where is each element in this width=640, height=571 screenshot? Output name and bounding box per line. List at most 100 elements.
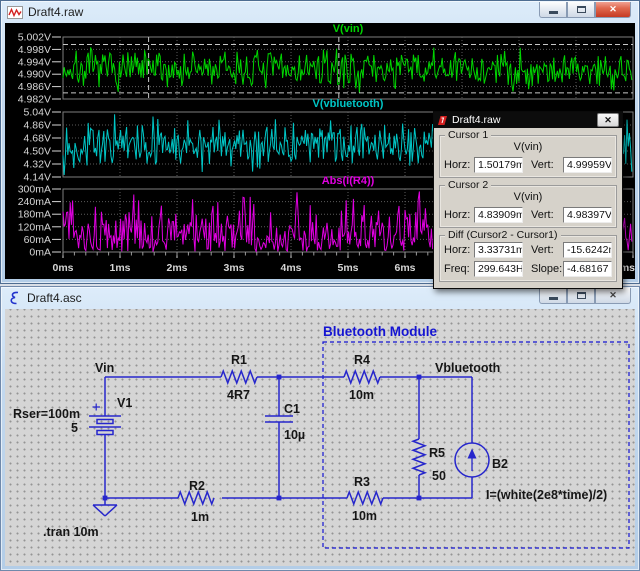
cursor2-horz-value[interactable]: 4.83909ms bbox=[474, 207, 523, 223]
x-tick-label: 2ms bbox=[166, 262, 187, 274]
label-r3-value[interactable]: 10m bbox=[352, 509, 377, 523]
maximize-icon bbox=[577, 292, 586, 299]
y-tick-label[interactable]: 4.50V bbox=[24, 146, 51, 158]
cursor-diff-legend: Diff (Cursor2 - Cursor1) bbox=[445, 229, 561, 241]
label-v1-rser[interactable]: Rser=100m bbox=[13, 407, 80, 421]
cursor-dialog: Draft4.raw ✕ Cursor 1 V(vin) Horz: 1.501… bbox=[433, 111, 623, 289]
schematic-window: Draft4.asc ✕ bbox=[0, 286, 640, 571]
label-c1-name[interactable]: C1 bbox=[284, 402, 300, 416]
maximize-button[interactable] bbox=[567, 288, 595, 304]
ltspice-desktop: Draft4.raw ✕ 5.002V4.998V4.994V4.990V4.9… bbox=[0, 0, 640, 571]
close-button[interactable]: ✕ bbox=[595, 2, 631, 18]
y-tick-label[interactable]: 4.990V bbox=[18, 69, 51, 81]
plot-pane-0: 5.002V4.998V4.994V4.990V4.986V4.982V V(vi… bbox=[18, 23, 633, 106]
label-r5-name[interactable]: R5 bbox=[429, 446, 445, 460]
capacitor-c1[interactable] bbox=[265, 416, 293, 422]
cursor1-trace-name: V(vin) bbox=[444, 141, 612, 154]
cursor-dialog-titlebar[interactable]: Draft4.raw ✕ bbox=[434, 112, 622, 128]
net-label-vbluetooth[interactable]: Vbluetooth bbox=[435, 361, 500, 375]
trace-label-Abs(I(R4))[interactable]: Abs(I(R4)) bbox=[322, 175, 375, 187]
diff-vert-value[interactable]: -15.6242mV bbox=[563, 242, 612, 258]
diff-freq-value[interactable]: 299.643Hz bbox=[474, 261, 523, 277]
label-r5-value[interactable]: 50 bbox=[432, 469, 446, 483]
cursor2-vert-value[interactable]: 4.98397V bbox=[563, 207, 612, 223]
waveform-window-title: Draft4.raw bbox=[28, 5, 83, 19]
waveform-titlebar[interactable]: Draft4.raw ✕ bbox=[1, 1, 639, 23]
trace-label-V(vbluetooth)[interactable]: V(vbluetooth) bbox=[313, 98, 384, 110]
y-tick-label[interactable]: 180mA bbox=[18, 209, 51, 221]
schematic-titlebar[interactable]: Draft4.asc ✕ bbox=[1, 287, 639, 309]
cursor-dialog-title: Draft4.raw bbox=[452, 114, 593, 126]
resistor-r4[interactable] bbox=[344, 371, 380, 383]
diff-slope-value[interactable]: -4.68167 bbox=[563, 261, 612, 277]
cursor2-group: Cursor 2 V(vin) Horz: 4.83909ms Vert: 4.… bbox=[439, 185, 617, 228]
y-tick-label[interactable]: 4.14V bbox=[24, 172, 51, 184]
diff-slope-label: Slope: bbox=[531, 263, 563, 275]
y-tick-label[interactable]: 0mA bbox=[29, 247, 51, 259]
label-v1-value[interactable]: 5 bbox=[71, 421, 78, 435]
ground-symbol[interactable] bbox=[93, 505, 117, 516]
schematic-canvas[interactable]: Bluetooth Module Vin Vbluetooth V1 Rser=… bbox=[5, 309, 635, 566]
x-tick-label: 3ms bbox=[223, 262, 244, 274]
x-tick-label: 6ms bbox=[394, 262, 415, 274]
maximize-button[interactable] bbox=[567, 2, 595, 18]
y-tick-label[interactable]: 5.04V bbox=[24, 107, 51, 119]
y-tick-label[interactable]: 240mA bbox=[18, 196, 51, 208]
close-icon: ✕ bbox=[609, 291, 617, 300]
minimize-button[interactable] bbox=[539, 288, 567, 304]
plus-icon bbox=[93, 404, 101, 411]
y-tick-label[interactable]: 4.32V bbox=[24, 159, 51, 171]
y-tick-label[interactable]: 4.986V bbox=[18, 81, 51, 93]
diff-horz-label: Horz: bbox=[444, 244, 474, 256]
y-tick-label[interactable]: 60mA bbox=[24, 234, 51, 246]
cursor-diff-group: Diff (Cursor2 - Cursor1) Horz: 3.33731ms… bbox=[439, 235, 617, 282]
y-tick-label[interactable]: 4.994V bbox=[18, 56, 51, 68]
cursor1-group: Cursor 1 V(vin) Horz: 1.50179ms Vert: 4.… bbox=[439, 135, 617, 178]
spice-directive[interactable]: .tran 10m bbox=[43, 525, 99, 539]
cursor2-trace-name: V(vin) bbox=[444, 191, 612, 204]
label-v1-name[interactable]: V1 bbox=[117, 396, 132, 410]
close-button[interactable]: ✕ bbox=[595, 288, 631, 304]
current-source-b2[interactable] bbox=[455, 443, 489, 477]
diff-vert-label: Vert: bbox=[531, 244, 563, 256]
cursor2-horz-label: Horz: bbox=[444, 209, 474, 221]
y-tick-label[interactable]: 4.982V bbox=[18, 94, 51, 106]
label-r1-name[interactable]: R1 bbox=[231, 353, 247, 367]
waveform-file-icon bbox=[7, 6, 23, 19]
label-r2-value[interactable]: 1m bbox=[191, 510, 209, 524]
diff-horz-value[interactable]: 3.33731ms bbox=[474, 242, 523, 258]
cursor1-horz-value[interactable]: 1.50179ms bbox=[474, 157, 523, 173]
label-r4-value[interactable]: 10m bbox=[349, 388, 374, 402]
y-tick-label[interactable]: 4.86V bbox=[24, 120, 51, 132]
label-r1-value[interactable]: 4R7 bbox=[227, 388, 250, 402]
y-tick-label[interactable]: 4.998V bbox=[18, 44, 51, 56]
label-c1-value[interactable]: 10µ bbox=[284, 428, 305, 442]
cursor1-vert-label: Vert: bbox=[531, 159, 563, 171]
minimize-button[interactable] bbox=[539, 2, 567, 18]
y-tick-label[interactable]: 4.68V bbox=[24, 133, 51, 145]
arrow-up-icon bbox=[468, 449, 477, 459]
close-icon: ✕ bbox=[609, 5, 617, 14]
y-tick-label[interactable]: 5.002V bbox=[18, 32, 51, 44]
label-b2-name[interactable]: B2 bbox=[492, 457, 508, 471]
label-r3-name[interactable]: R3 bbox=[354, 475, 370, 489]
label-r4-name[interactable]: R4 bbox=[354, 353, 370, 367]
resistor-r1[interactable] bbox=[221, 371, 257, 383]
x-tick-label: 0ms bbox=[52, 262, 73, 274]
cursor1-vert-value[interactable]: 4.99959V bbox=[563, 157, 612, 173]
cursor2-legend: Cursor 2 bbox=[445, 179, 491, 191]
y-tick-label[interactable]: 300mA bbox=[18, 184, 51, 196]
net-label-vin[interactable]: Vin bbox=[95, 361, 114, 375]
label-r2-name[interactable]: R2 bbox=[189, 479, 205, 493]
waveform-window: Draft4.raw ✕ 5.002V4.998V4.994V4.990V4.9… bbox=[0, 0, 640, 284]
resistor-r3[interactable] bbox=[347, 492, 383, 504]
resistor-r5[interactable] bbox=[413, 439, 425, 475]
y-tick-label[interactable]: 120mA bbox=[18, 221, 51, 233]
label-b2-expression[interactable]: I=(white(2e8*time)/2) bbox=[486, 488, 607, 502]
bluetooth-module-label[interactable]: Bluetooth Module bbox=[323, 324, 437, 339]
resistor-r2[interactable] bbox=[178, 492, 214, 504]
trace-label-V(vin)[interactable]: V(vin) bbox=[333, 23, 364, 35]
cursor-dialog-close-button[interactable]: ✕ bbox=[597, 113, 619, 127]
cursor1-legend: Cursor 1 bbox=[445, 129, 491, 141]
schematic-file-icon bbox=[7, 291, 22, 305]
